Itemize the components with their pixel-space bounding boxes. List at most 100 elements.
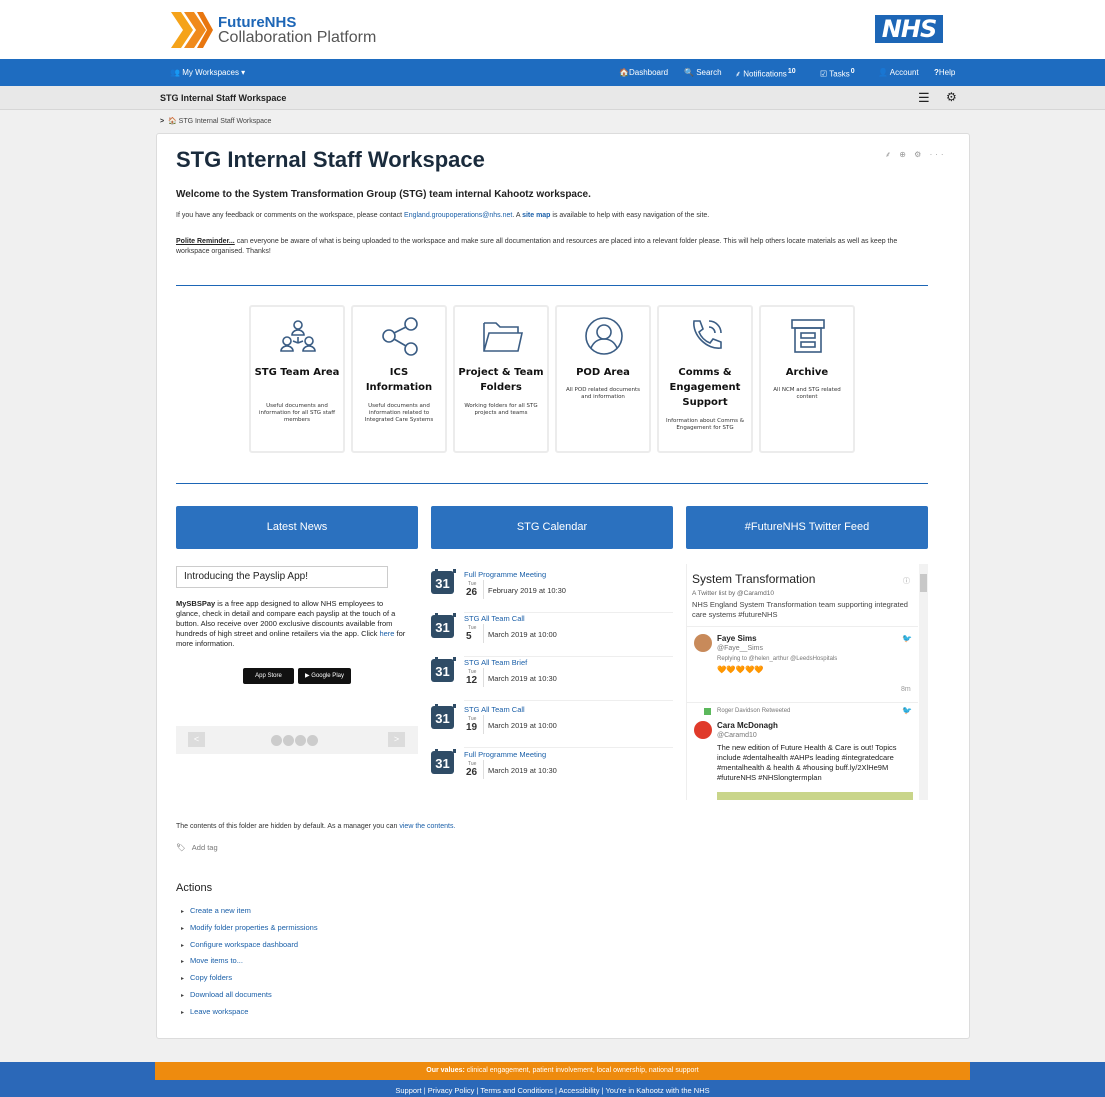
nav-dashboard[interactable]: 🏠Dashboard xyxy=(619,68,668,77)
avatar[interactable] xyxy=(694,634,712,652)
tweet-author-name[interactable]: Cara McDonagh xyxy=(717,721,778,730)
calendar-event[interactable]: 31 STG All Team Brief Tue 12 March 2019 … xyxy=(431,657,673,703)
tweet-author-handle[interactable]: @Caramd10 xyxy=(717,732,757,739)
carousel-dot[interactable] xyxy=(283,735,294,746)
action-configure-dashboard[interactable]: Configure workspace dashboard xyxy=(181,940,298,949)
nav-help[interactable]: ?Help xyxy=(934,68,955,77)
retweeted-by[interactable]: Roger Davidson Retweeted xyxy=(717,708,790,714)
news-here-link[interactable]: here xyxy=(379,629,394,638)
google-play-label: Google Play xyxy=(311,673,344,679)
tile-ics-information[interactable]: ICS Information Useful documents and inf… xyxy=(351,305,447,453)
event-when: February 2019 at 10:30 xyxy=(488,586,566,595)
carousel-dot[interactable] xyxy=(307,735,318,746)
event-divider xyxy=(464,747,673,748)
nav-account[interactable]: 👤 Account xyxy=(878,68,919,77)
twitter-feed-heading: #FutureNHS Twitter Feed xyxy=(686,506,928,549)
retweet-icon xyxy=(704,708,711,715)
stg-calendar-heading: STG Calendar xyxy=(431,506,673,549)
tweet-divider xyxy=(686,702,918,703)
calendar-event[interactable]: 31 Full Programme Meeting Tue 26 March 2… xyxy=(431,749,673,795)
carousel-prev-button[interactable]: < xyxy=(188,732,205,747)
tasks-count-badge: 0 xyxy=(850,68,855,75)
tweet-hearts: 🧡🧡🧡🧡🧡 xyxy=(717,665,764,674)
nhs-logo[interactable]: NHS xyxy=(875,15,943,43)
actions-heading: Actions xyxy=(176,882,213,894)
tile-stg-team-area[interactable]: STG Team Area Useful documents and infor… xyxy=(249,305,345,453)
view-contents-link[interactable]: view the contents. xyxy=(399,823,455,830)
tweet-image-preview[interactable] xyxy=(717,792,913,800)
nav-tasks[interactable]: ☑ Tasks0 xyxy=(820,68,855,79)
google-play-badge[interactable]: ▶ Google Play xyxy=(298,668,351,684)
event-day: 26 xyxy=(466,767,478,778)
tile-archive[interactable]: Archive All NCM and STG related content xyxy=(759,305,855,453)
twitter-bird-icon[interactable]: 🐦 xyxy=(902,706,912,715)
action-copy-folders[interactable]: Copy folders xyxy=(181,973,232,982)
app-store-badge[interactable]: App Store xyxy=(243,668,294,684)
tile-description: Useful documents and information for all… xyxy=(258,403,336,423)
carousel-next-button[interactable]: > xyxy=(388,732,405,747)
add-tag-label: Add tag xyxy=(191,843,218,852)
page-tools: ⸙ ⊕ ⚙ ··· xyxy=(885,149,947,160)
menu-icon[interactable]: ☰ xyxy=(918,90,930,106)
calendar-icon: 31 xyxy=(431,657,456,682)
add-tag[interactable]: 🏷 Add tag xyxy=(176,843,218,852)
event-title-link[interactable]: Full Programme Meeting xyxy=(464,750,546,759)
breadcrumb-toggle-icon[interactable]: > xyxy=(160,118,164,125)
tile-project-team-folders[interactable]: Project & Team Folders Working folders f… xyxy=(453,305,549,453)
calendar-icon: 31 xyxy=(431,613,456,638)
tweet-time[interactable]: 8m xyxy=(901,686,911,693)
calendar-event[interactable]: 31 STG All Team Call Tue 5 March 2019 at… xyxy=(431,613,673,659)
calendar-event[interactable]: 31 Full Programme Meeting Tue 26 Februar… xyxy=(431,569,673,615)
contact-email-link[interactable]: England.groupoperations@nhs.net xyxy=(404,212,512,219)
tile-description: All POD related documents and informatio… xyxy=(565,387,640,400)
event-divider xyxy=(464,700,673,701)
more-icon[interactable]: ··· xyxy=(930,150,947,159)
event-separator xyxy=(483,668,484,687)
site-map-link[interactable]: site map xyxy=(522,212,550,219)
folder-note-text: The contents of this folder are hidden b… xyxy=(176,823,400,830)
tile-title: POD Area xyxy=(576,367,630,378)
nav-search[interactable]: 🔍 Search xyxy=(684,68,722,77)
calendar-event[interactable]: 31 STG All Team Call Tue 19 March 2019 a… xyxy=(431,704,673,750)
event-separator xyxy=(483,624,484,643)
news-headline[interactable]: Introducing the Payslip App! xyxy=(176,566,388,588)
tile-comms-engagement-support[interactable]: Comms & Engagement Support Information a… xyxy=(657,305,753,453)
event-title-link[interactable]: Full Programme Meeting xyxy=(464,570,546,579)
action-download-all[interactable]: Download all documents xyxy=(181,990,272,999)
carousel-dot[interactable] xyxy=(295,735,306,746)
calendar-icon: 31 xyxy=(431,749,456,774)
twitter-list-title[interactable]: System Transformation xyxy=(692,572,815,586)
breadcrumb-workspace-link[interactable]: STG Internal Staff Workspace xyxy=(179,118,272,125)
home-icon[interactable]: 🏠 xyxy=(168,118,177,125)
futurenhs-chevron-logo xyxy=(171,12,213,48)
event-title-link[interactable]: STG All Team Call xyxy=(464,614,525,623)
reminder-text: can everyone be aware of what is being u… xyxy=(176,238,898,255)
avatar[interactable] xyxy=(694,721,712,739)
event-title-link[interactable]: STG All Team Call xyxy=(464,705,525,714)
footer-links[interactable]: Support | Privacy Policy | Terms and Con… xyxy=(0,1086,1105,1095)
action-move-items[interactable]: Move items to... xyxy=(181,956,243,965)
tweet-author-name[interactable]: Faye Sims xyxy=(717,634,757,643)
twitter-bird-icon[interactable]: 🐦 xyxy=(902,634,912,643)
my-workspaces-menu[interactable]: 👥 My Workspaces ▾ xyxy=(170,68,245,77)
settings-cogs-icon[interactable]: ⚙ xyxy=(946,90,957,104)
action-modify-folder[interactable]: Modify folder properties & permissions xyxy=(181,923,318,932)
action-leave-workspace[interactable]: Leave workspace xyxy=(181,1007,248,1016)
carousel-dot[interactable] xyxy=(271,735,282,746)
rss-icon[interactable]: ⸙ xyxy=(885,150,894,159)
feedback-paragraph: If you have any feedback or comments on … xyxy=(176,212,709,219)
event-title-link[interactable]: STG All Team Brief xyxy=(464,658,527,667)
action-create-item[interactable]: Create a new item xyxy=(181,906,251,915)
timeline-scrollbar[interactable] xyxy=(919,564,928,800)
brand-subtitle: Collaboration Platform xyxy=(218,29,377,46)
tweet-author-handle[interactable]: @Faye__Sims xyxy=(717,645,763,652)
event-when: March 2019 at 10:30 xyxy=(488,766,557,775)
tile-pod-area[interactable]: POD Area All POD related documents and i… xyxy=(555,305,651,453)
info-icon[interactable]: ⓘ xyxy=(903,576,910,586)
tile-description: Information about Comms & Engagement for… xyxy=(665,418,745,431)
nav-notifications[interactable]: ⸙ Notifications10 xyxy=(735,68,796,80)
twitter-list-by[interactable]: A Twitter list by @Caramd10 xyxy=(692,590,774,597)
gear-icon[interactable]: ⚙ xyxy=(914,150,924,159)
event-when: March 2019 at 10:00 xyxy=(488,630,557,639)
add-icon[interactable]: ⊕ xyxy=(899,150,909,159)
